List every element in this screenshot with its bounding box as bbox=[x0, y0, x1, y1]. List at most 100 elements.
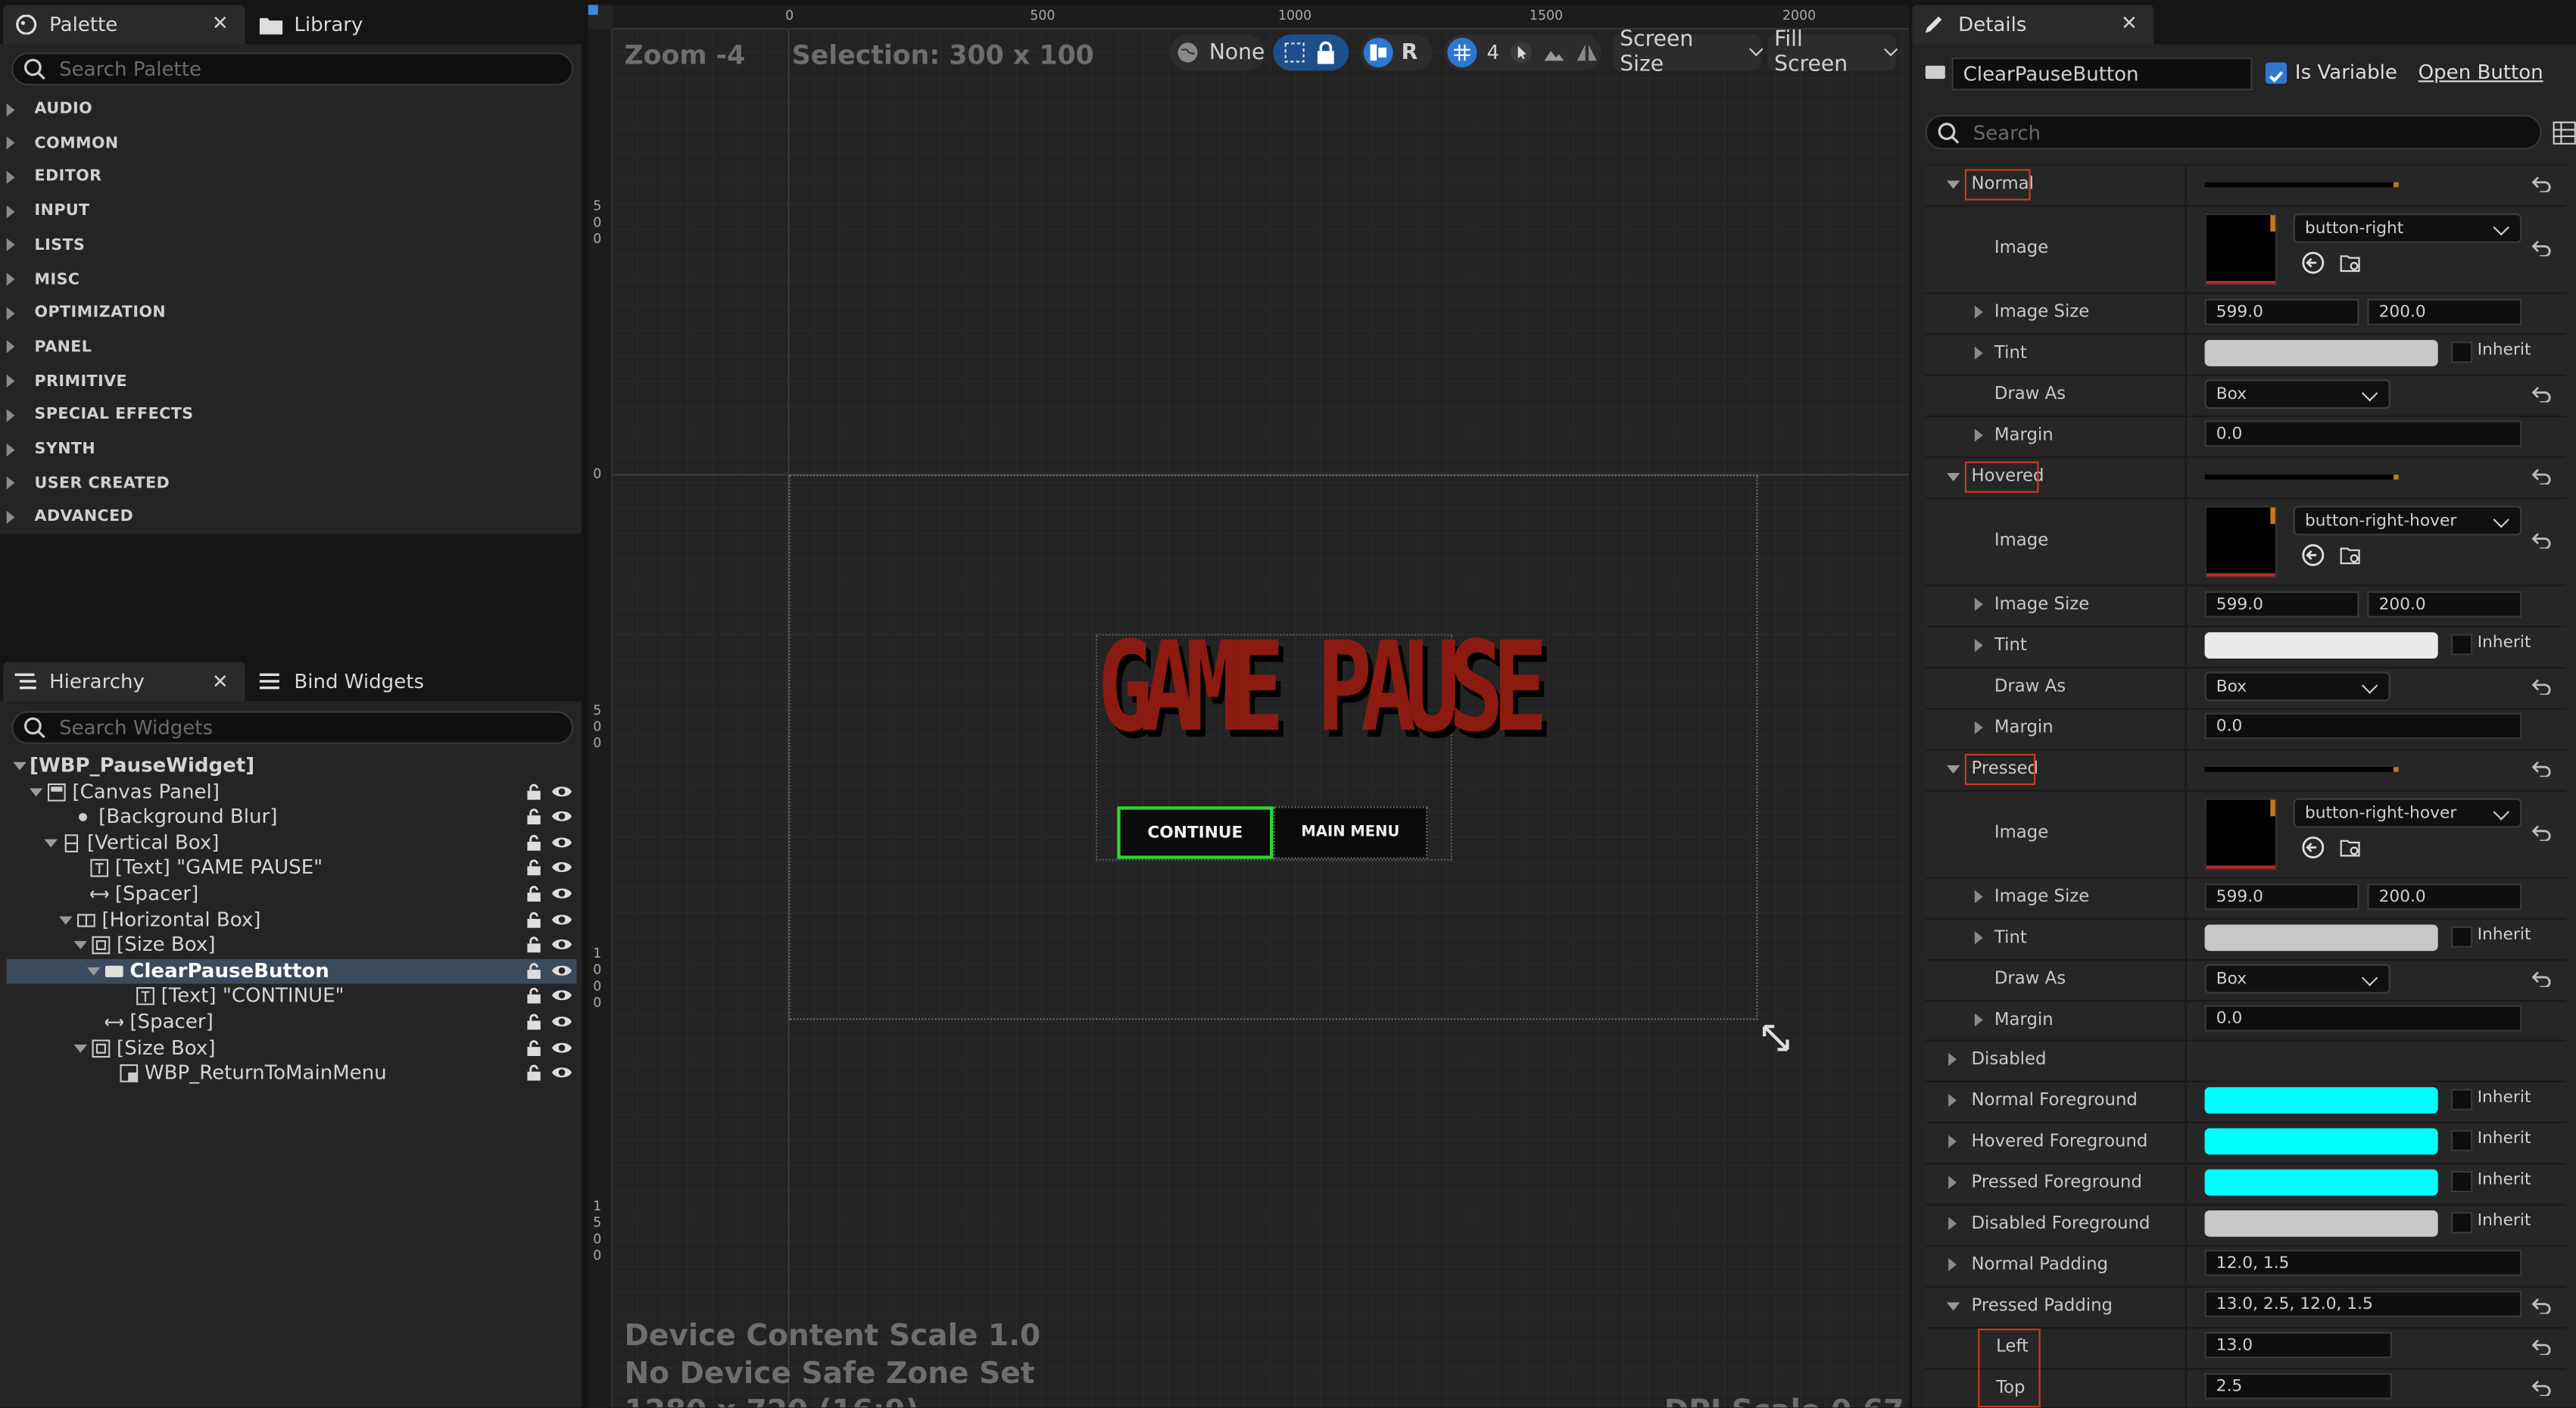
inherit-checkbox[interactable] bbox=[2451, 634, 2473, 656]
expand-arrow-icon[interactable] bbox=[1974, 721, 1983, 734]
details-search-input[interactable]: Search bbox=[1925, 114, 2542, 150]
inherit-checkbox[interactable] bbox=[2451, 1212, 2473, 1234]
palette-category-panel[interactable]: PANEL bbox=[6, 338, 92, 357]
collapse-arrow-icon[interactable] bbox=[1946, 472, 1960, 481]
reset-to-default-icon[interactable] bbox=[2531, 1338, 2551, 1355]
respect-locks-group[interactable]: R bbox=[1360, 34, 1433, 71]
property-matrix-icon[interactable] bbox=[2553, 121, 2576, 145]
image-size-y-field[interactable]: 200.0 bbox=[2367, 591, 2522, 618]
expand-arrow-icon[interactable] bbox=[1948, 1093, 1957, 1107]
expand-arrow-icon[interactable] bbox=[1948, 1135, 1957, 1148]
palette-category-audio[interactable]: AUDIO bbox=[6, 100, 92, 118]
expand-arrow-icon[interactable] bbox=[1974, 889, 1983, 904]
hierarchy-row[interactable]: [WBP_PauseWidget] bbox=[7, 754, 577, 779]
lock-icon[interactable] bbox=[525, 1014, 542, 1030]
expand-arrow-icon[interactable] bbox=[1948, 1216, 1957, 1231]
lock-icon[interactable] bbox=[525, 783, 542, 799]
inherit-checkbox[interactable] bbox=[2451, 1089, 2473, 1111]
collapse-arrow-icon[interactable] bbox=[86, 967, 101, 976]
expand-arrow-icon[interactable] bbox=[1974, 931, 1983, 945]
foreground-color-swatch[interactable] bbox=[2204, 1128, 2438, 1155]
draw-as-dropdown[interactable]: Box bbox=[2204, 379, 2390, 410]
expand-arrow-icon[interactable] bbox=[1974, 638, 1983, 653]
layout-icon[interactable] bbox=[1363, 37, 1393, 67]
hierarchy-row[interactable]: [Spacer] bbox=[7, 1010, 577, 1035]
reset-to-default-icon[interactable] bbox=[2531, 386, 2551, 403]
tab-details[interactable]: Details bbox=[1912, 5, 2154, 45]
open-button-link[interactable]: Open Button bbox=[2419, 61, 2543, 83]
tab-hierarchy[interactable]: Hierarchy bbox=[3, 662, 245, 702]
palette-category-common[interactable]: COMMON bbox=[6, 134, 119, 152]
hierarchy-row[interactable]: [Canvas Panel] bbox=[7, 780, 577, 805]
palette-category-synth[interactable]: SYNTH bbox=[6, 440, 95, 458]
browse-asset-icon[interactable] bbox=[2340, 836, 2362, 858]
lock-icon[interactable] bbox=[525, 834, 542, 851]
eye-icon[interactable] bbox=[551, 988, 572, 1005]
close-details-icon[interactable]: ✕ bbox=[2121, 11, 2138, 34]
use-selected-asset-icon[interactable] bbox=[2302, 251, 2325, 274]
reset-to-default-icon[interactable] bbox=[2531, 761, 2551, 777]
hierarchy-row[interactable]: [Horizontal Box] bbox=[7, 908, 577, 933]
palette-search-input[interactable]: Search Palette bbox=[11, 52, 574, 86]
expand-arrow-icon[interactable] bbox=[1948, 1176, 1957, 1189]
image-size-y-field[interactable]: 200.0 bbox=[2367, 883, 2522, 910]
hierarchy-row[interactable]: [Text] "CONTINUE" bbox=[7, 984, 577, 1009]
hierarchy-row[interactable]: [Background Blur] bbox=[7, 805, 577, 830]
palette-category-special-effects[interactable]: SPECIAL EFFECTS bbox=[6, 407, 194, 424]
image-asset-dropdown[interactable]: button-right-hover bbox=[2293, 506, 2522, 536]
hierarchy-row[interactable]: [Size Box] bbox=[7, 1036, 577, 1061]
lock-icon[interactable] bbox=[525, 860, 542, 877]
image-size-x-field[interactable]: 599.0 bbox=[2204, 298, 2359, 326]
image-thumbnail[interactable] bbox=[2204, 506, 2278, 578]
localization-preview-button[interactable]: None bbox=[1169, 34, 1265, 71]
reset-to-default-icon[interactable] bbox=[2531, 824, 2551, 841]
lock-icon[interactable] bbox=[525, 936, 542, 953]
reset-to-default-icon[interactable] bbox=[2531, 970, 2551, 987]
expand-arrow-icon[interactable] bbox=[1974, 346, 1983, 360]
collapse-arrow-icon[interactable] bbox=[73, 1043, 87, 1052]
reset-to-default-icon[interactable] bbox=[2531, 1297, 2551, 1314]
hierarchy-search-input[interactable]: Search Widgets bbox=[11, 711, 574, 744]
resize-handle-icon[interactable] bbox=[1761, 1023, 1791, 1053]
foreground-color-swatch[interactable] bbox=[2204, 1169, 2438, 1196]
tint-color-swatch[interactable] bbox=[2204, 924, 2438, 952]
browse-asset-icon[interactable] bbox=[2340, 544, 2362, 566]
grid-snap-group[interactable]: 4 bbox=[1444, 34, 1602, 71]
margin-field[interactable]: 0.0 bbox=[2204, 1005, 2522, 1032]
reset-to-default-icon[interactable] bbox=[2531, 240, 2551, 257]
reset-to-default-icon[interactable] bbox=[2531, 176, 2551, 192]
eye-icon[interactable] bbox=[551, 783, 572, 799]
lock-icon[interactable] bbox=[525, 911, 542, 927]
margin-field[interactable]: 0.0 bbox=[2204, 712, 2522, 740]
eye-icon[interactable] bbox=[551, 885, 572, 902]
palette-category-primitive[interactable]: PRIMITIVE bbox=[6, 372, 127, 390]
image-size-x-field[interactable]: 599.0 bbox=[2204, 883, 2359, 910]
reset-to-default-icon[interactable] bbox=[2531, 678, 2551, 695]
image-size-x-field[interactable]: 599.0 bbox=[2204, 591, 2359, 618]
margin-field[interactable]: 0.0 bbox=[2204, 420, 2522, 447]
collapse-arrow-icon[interactable] bbox=[44, 839, 58, 848]
collapse-arrow-icon[interactable] bbox=[59, 915, 73, 924]
expand-arrow-icon[interactable] bbox=[1948, 1052, 1957, 1067]
eye-icon[interactable] bbox=[551, 1064, 572, 1081]
tab-palette[interactable]: Palette bbox=[3, 5, 245, 45]
tint-color-swatch[interactable] bbox=[2204, 340, 2438, 366]
eye-icon[interactable] bbox=[551, 911, 572, 927]
close-palette-icon[interactable]: ✕ bbox=[212, 11, 229, 34]
expand-arrow-icon[interactable] bbox=[1974, 597, 1983, 612]
tint-color-swatch[interactable] bbox=[2204, 632, 2438, 659]
tab-library[interactable]: Library bbox=[248, 5, 494, 45]
image-asset-dropdown[interactable]: button-right bbox=[2293, 213, 2522, 244]
palette-category-user-created[interactable]: USER CREATED bbox=[6, 474, 170, 492]
expand-arrow-icon[interactable] bbox=[1974, 428, 1983, 442]
lock-icon[interactable] bbox=[525, 1064, 542, 1082]
image-asset-dropdown[interactable]: button-right-hover bbox=[2293, 798, 2522, 828]
collapse-arrow-icon[interactable] bbox=[1946, 180, 1960, 189]
screen-size-dropdown[interactable]: Screen Size bbox=[1613, 28, 1764, 77]
foreground-color-swatch[interactable] bbox=[2204, 1087, 2438, 1114]
is-variable-checkbox[interactable] bbox=[2265, 62, 2288, 84]
selection-lock-group[interactable] bbox=[1273, 34, 1349, 71]
hierarchy-row[interactable]: [Spacer] bbox=[7, 882, 577, 907]
grid-icon[interactable] bbox=[1447, 37, 1477, 67]
image-thumbnail[interactable] bbox=[2204, 798, 2278, 871]
